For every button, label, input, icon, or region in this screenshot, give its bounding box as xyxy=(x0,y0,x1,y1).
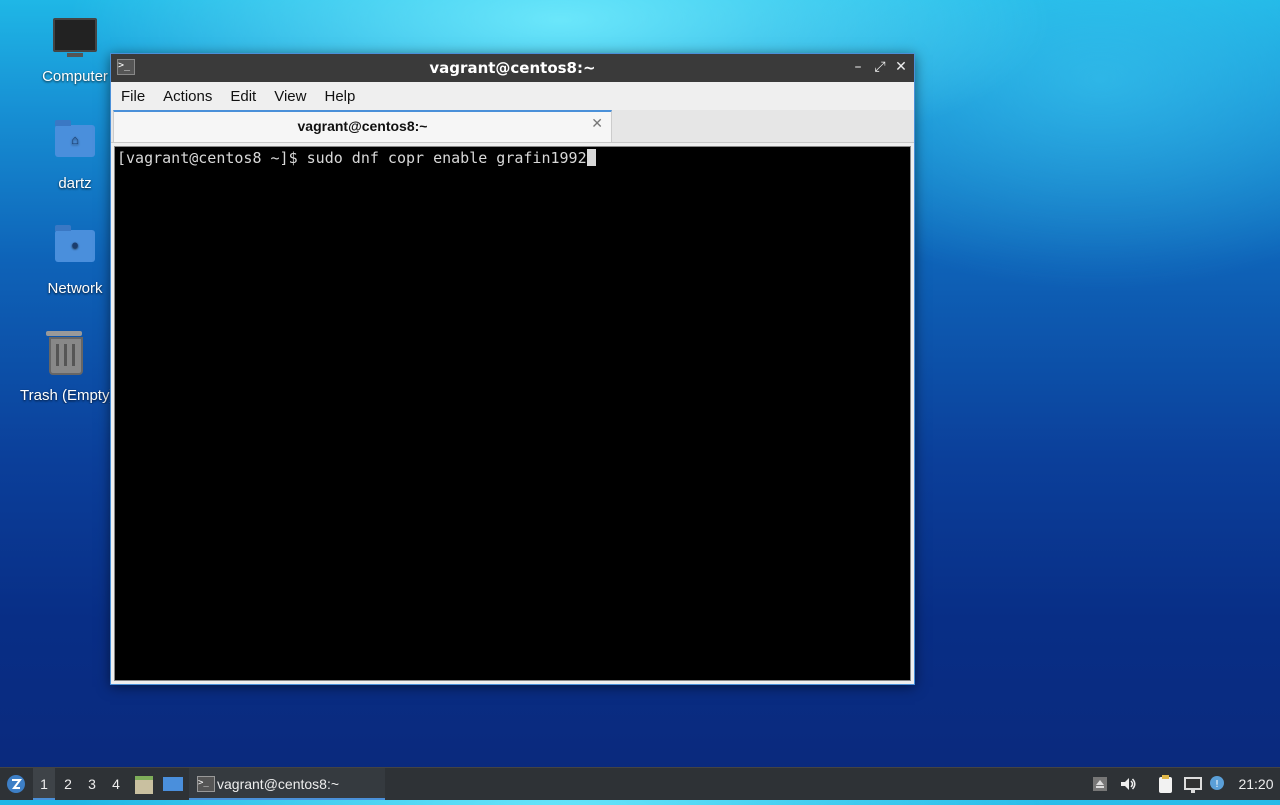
clock[interactable]: 21:20 xyxy=(1234,768,1278,800)
menubar: File Actions Edit View Help xyxy=(111,82,914,110)
update-notifier-icon[interactable]: ! xyxy=(1208,774,1228,794)
close-button[interactable]: ✕ xyxy=(891,57,911,77)
eject-icon[interactable] xyxy=(1090,774,1110,794)
network-folder-icon: ● xyxy=(53,225,97,274)
minimize-button[interactable]: – xyxy=(848,57,868,77)
computer-icon xyxy=(53,18,97,62)
workspace-1[interactable]: 1 xyxy=(33,768,55,800)
desktop-icon-label: Trash (Empty) xyxy=(20,387,112,404)
show-desktop-launcher[interactable] xyxy=(161,768,185,800)
taskbar-window-title: vagrant@centos8:~ xyxy=(217,776,340,792)
workspace-3[interactable]: 3 xyxy=(81,768,103,800)
volume-icon[interactable] xyxy=(1118,774,1138,794)
file-manager-icon xyxy=(135,776,153,794)
terminal-window: >_ vagrant@centos8:~ – ⤢ ✕ File Actions Ed… xyxy=(110,53,915,685)
tab-bar: vagrant@centos8:~ ✕ xyxy=(111,110,914,143)
app-menu-icon xyxy=(7,775,25,793)
svg-text:!: ! xyxy=(1215,779,1219,790)
terminal-line: [vagrant@centos8 ~]$ sudo dnf copr enabl… xyxy=(117,149,596,167)
terminal-command-text: [vagrant@centos8 ~]$ sudo dnf copr enabl… xyxy=(117,149,587,167)
menu-view[interactable]: View xyxy=(264,82,314,105)
taskbar: 1 2 3 4 >_ vagrant@centos8:~ ! 21:20 xyxy=(0,767,1280,800)
terminal-tab[interactable]: vagrant@centos8:~ ✕ xyxy=(113,110,612,142)
workspace-2[interactable]: 2 xyxy=(57,768,79,800)
window-title: vagrant@centos8:~ xyxy=(429,59,596,77)
taskbar-window-button[interactable]: >_ vagrant@centos8:~ xyxy=(189,768,385,800)
window-titlebar[interactable]: >_ vagrant@centos8:~ – ⤢ ✕ xyxy=(111,54,914,82)
clipboard-icon[interactable] xyxy=(1155,774,1175,794)
menu-actions[interactable]: Actions xyxy=(153,82,220,105)
menu-edit[interactable]: Edit xyxy=(220,82,264,105)
workspace-4[interactable]: 4 xyxy=(105,768,127,800)
terminal-task-icon: >_ xyxy=(197,776,215,792)
desktop-icon-label: Network xyxy=(47,280,103,297)
tab-close-icon[interactable]: ✕ xyxy=(591,116,603,132)
start-menu-button[interactable] xyxy=(4,768,28,800)
trash-icon xyxy=(44,331,88,381)
desktop-icon-label: dartz xyxy=(58,175,92,192)
terminal-cursor xyxy=(586,149,596,166)
file-manager-launcher[interactable] xyxy=(133,768,155,800)
home-folder-icon: ⌂ xyxy=(53,120,97,169)
network-icon[interactable] xyxy=(1183,774,1203,794)
menu-file[interactable]: File xyxy=(111,82,153,105)
desktop-icon-trash[interactable]: Trash (Empty) xyxy=(20,329,112,404)
tab-label: vagrant@centos8:~ xyxy=(297,118,428,134)
menu-help[interactable]: Help xyxy=(314,82,363,105)
maximize-button[interactable]: ⤢ xyxy=(870,57,890,77)
desktop-icon-label: Computer xyxy=(42,68,108,85)
desktop-icon xyxy=(163,777,183,791)
terminal-output[interactable]: [vagrant@centos8 ~]$ sudo dnf copr enabl… xyxy=(114,146,911,681)
